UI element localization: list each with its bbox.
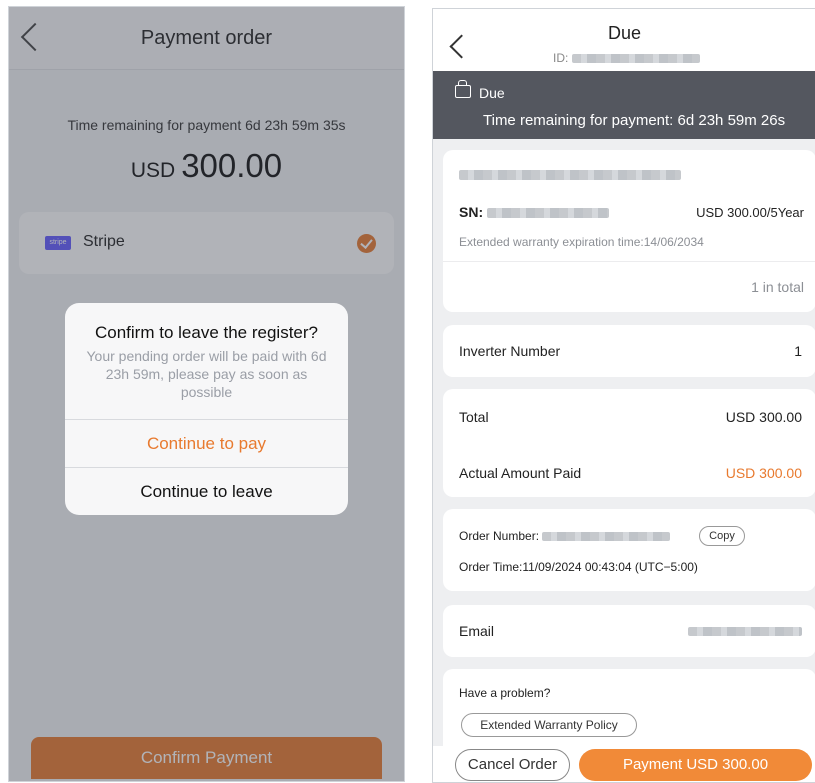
total-value: USD 300.00	[725, 409, 802, 425]
redacted-order-number	[542, 532, 671, 542]
order-id-label: ID:	[553, 51, 569, 65]
order-id: ID:	[553, 51, 700, 65]
email-label: Email	[459, 623, 495, 639]
item-count: 1 in total	[751, 279, 804, 295]
order-time: Order Time:11/09/2024 00:43:04 (UTC−5:00…	[459, 560, 698, 574]
payment-button[interactable]: Payment USD 300.00	[579, 749, 812, 781]
continue-to-pay-button[interactable]: Continue to pay	[65, 419, 348, 468]
status-banner: Due Time remaining for payment: 6d 23h 5…	[433, 71, 815, 139]
nav-bar: Due ID:	[433, 9, 815, 71]
redacted-email	[688, 627, 802, 636]
redacted-product-name	[459, 170, 681, 180]
bottom-bar: Cancel Order Payment USD 300.00	[433, 746, 815, 782]
order-card: Order Number: Copy Order Time:11/09/2024…	[443, 509, 815, 591]
leave-confirm-dialog: Confirm to leave the register? Your pend…	[65, 303, 348, 515]
order-number-label: Order Number:	[459, 529, 540, 543]
copy-button[interactable]: Copy	[699, 526, 745, 546]
product-card: SN: USD 300.00/5Year Extended warranty e…	[443, 150, 815, 312]
total-label: Total	[459, 409, 489, 425]
page-title: Due	[607, 23, 642, 43]
continue-to-leave-button[interactable]: Continue to leave	[65, 467, 348, 515]
inverter-card: Inverter Number 1	[443, 325, 815, 377]
paid-label: Actual Amount Paid	[459, 465, 582, 481]
warranty-expiration: Extended warranty expiration time:14/06/…	[459, 235, 704, 249]
email-card: Email	[443, 605, 815, 657]
banner-timer: Time remaining for payment: 6d 23h 59m 2…	[483, 112, 786, 129]
product-price: USD 300.00/5Year	[696, 205, 804, 220]
totals-card: Total USD 300.00 Actual Amount Paid USD …	[443, 389, 815, 497]
warranty-policy-button[interactable]: Extended Warranty Policy	[461, 713, 637, 737]
inverter-value: 1	[794, 343, 802, 359]
bag-icon	[455, 80, 471, 98]
dialog-message: Your pending order will be paid with 6d …	[86, 348, 327, 400]
status-label: Due	[479, 85, 505, 101]
divider	[443, 261, 815, 262]
cancel-order-button[interactable]: Cancel Order	[455, 749, 570, 781]
order-detail-screen: Due ID: Due Time remaining for payment: …	[432, 8, 815, 783]
dialog-title: Confirm to leave the register?	[95, 323, 318, 342]
payment-order-screen: Payment order Time remaining for payment…	[8, 6, 405, 782]
problem-label: Have a problem?	[459, 686, 551, 700]
paid-value: USD 300.00	[725, 465, 802, 481]
sn-row: SN:	[459, 204, 610, 220]
sn-label: SN:	[459, 204, 484, 220]
inverter-label: Inverter Number	[459, 343, 561, 359]
redacted-id	[571, 54, 700, 64]
order-number-row: Order Number:	[459, 529, 671, 543]
redacted-sn	[487, 208, 610, 219]
